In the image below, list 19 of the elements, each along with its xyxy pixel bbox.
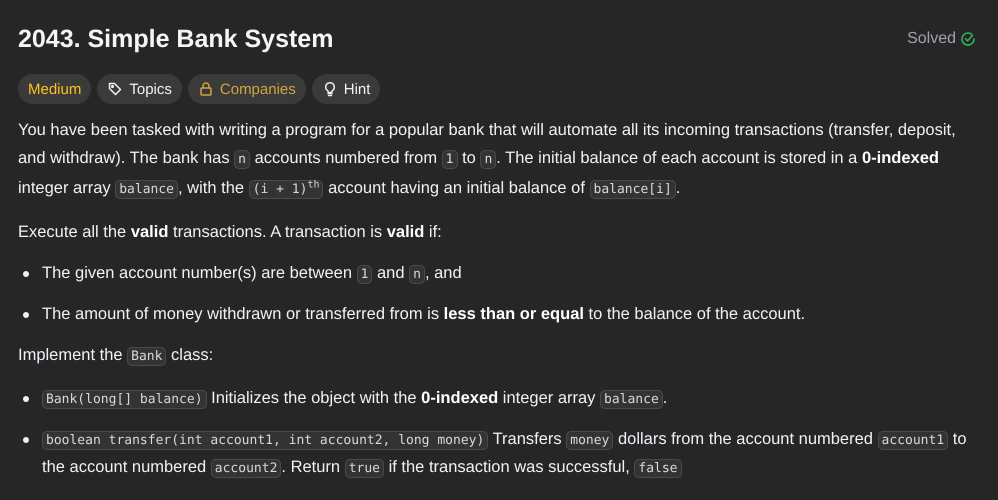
paragraph: Execute all the valid transactions. A transaction is valid if: [18,222,443,243]
hint-button[interactable]: Hint [312,74,380,104]
difficulty-tag[interactable]: Medium [18,74,92,104]
status-label: Solved [907,30,956,48]
topics-button[interactable]: Topics [97,74,182,104]
paragraph: Implement the Bank class: [18,345,214,368]
bullet-icon [23,271,29,277]
list-item-text: The amount of money withdrawn or transferred from is less than or equal to the balance of the account. [42,304,806,325]
list-item-text: The given account number(s) are between 1 and n , and [42,263,462,286]
tag-icon [107,81,124,97]
list-item-text: boolean transfer(int account1, int account2, long money) Transfers money dollars from the account numbered account1 to the account numbered account2 . Return true if the transaction was successful, false [42,429,968,480]
companies-button[interactable]: Companies [188,74,306,104]
paragraph: You have been tasked with writing a program for a popular bank that will automate all its incoming transactions (transfer, deposit, and withdraw). The bank has n accounts numbered from 1 to n . The initial balance of each account is stored in a 0-indexed integer array balance , with the (i + 1)$^{th}$ account having an initial balance of balance[i] . [18,120,957,201]
problem-title: 2043. Simple Bank System [18,24,334,54]
lock-icon [198,81,214,97]
bullet-icon [23,396,29,402]
bullet-icon [23,437,29,443]
bullet-icon [23,312,29,318]
list-item-text: Bank(long[] balance) Initializes the object with the 0-indexed integer array balance . [42,385,668,413]
